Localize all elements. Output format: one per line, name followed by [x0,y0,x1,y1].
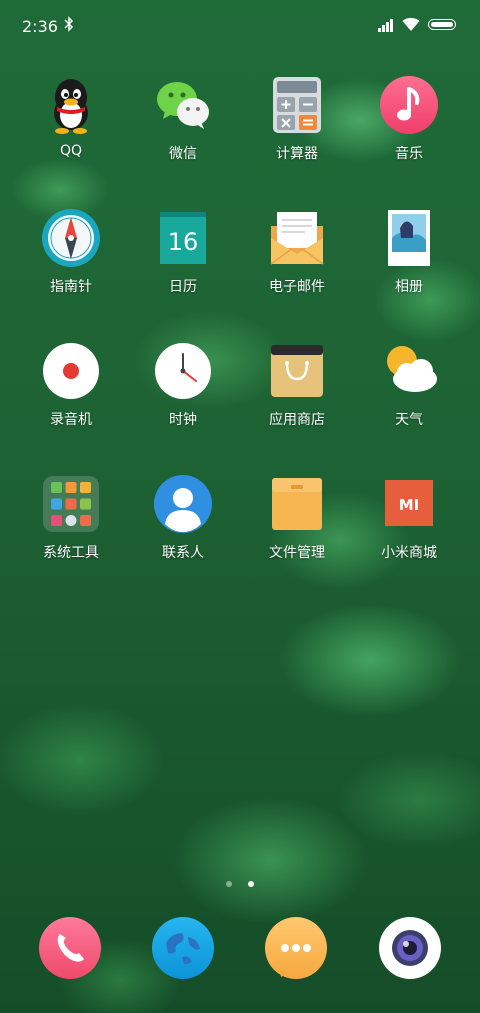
weather-icon [379,341,439,401]
app-gallery[interactable]: 相册 [354,208,464,296]
app-clock[interactable]: 时钟 [128,341,238,429]
app-mi-store[interactable]: MI 小米商城 [354,474,464,562]
app-label: 计算器 [276,146,318,162]
app-label: 录音机 [50,412,92,428]
page-indicator [0,872,480,891]
bluetooth-icon [64,16,74,36]
app-label: 小米商城 [381,545,437,561]
app-label: 相册 [395,279,423,295]
wifi-icon [402,16,420,32]
app-system-tools[interactable]: 系统工具 [16,474,126,562]
app-label: 日历 [169,279,197,295]
app-music[interactable]: 音乐 [354,75,464,163]
app-calendar[interactable]: 16 日历 [128,208,238,296]
messages-icon [279,944,311,977]
wechat-icon [153,75,213,135]
dock-phone-button[interactable] [39,917,101,979]
battery-icon [428,19,456,30]
dock-messages-button[interactable] [265,917,327,979]
qq-penguin-icon [41,75,101,135]
calendar-icon: 16 [153,208,213,268]
music-icon [379,75,439,135]
clock-icon [153,341,213,401]
app-label: 电子邮件 [269,279,325,295]
app-label: QQ [59,143,83,159]
mi-logo-text: MI [399,496,420,514]
app-calculator[interactable]: 计算器 [242,75,352,163]
app-compass[interactable]: 指南针 [16,208,126,296]
phone-icon [57,934,84,962]
calendar-date: 16 [168,228,199,256]
file-manager-icon [267,474,327,534]
app-weather[interactable]: 天气 [354,341,464,429]
app-store-icon [267,341,327,401]
mi-store-icon: MI [379,474,439,534]
app-store[interactable]: 应用商店 [242,341,352,429]
dock-browser-button[interactable] [152,917,214,979]
app-label: 文件管理 [269,545,325,561]
app-label: 音乐 [395,146,423,162]
app-qq[interactable]: QQ [16,75,126,159]
camera-icon [392,930,428,966]
app-recorder[interactable]: 录音机 [16,341,126,429]
app-label: 天气 [395,412,423,428]
gallery-icon [379,208,439,268]
page-dot [226,881,233,887]
app-contacts[interactable]: 联系人 [128,474,238,562]
app-label: 指南针 [50,279,92,295]
email-icon [267,208,327,268]
app-label: 时钟 [169,412,197,428]
status-time: 2:36 [22,17,58,36]
app-email[interactable]: 电子邮件 [242,208,352,296]
status-bar: 2:36 [0,0,480,50]
app-label: 联系人 [162,545,204,561]
recorder-icon [41,341,101,401]
contacts-icon [153,474,213,534]
browser-globe-icon [166,933,200,965]
calculator-icon [267,75,327,135]
app-label: 微信 [169,146,197,162]
dock-camera-button[interactable] [379,917,441,979]
app-wechat[interactable]: 微信 [128,75,238,163]
page-dot-active [247,881,254,887]
system-tools-folder-icon [41,474,101,534]
app-label: 系统工具 [43,545,99,561]
app-label: 应用商店 [269,412,325,428]
compass-icon [41,208,101,268]
signal-icon [378,18,396,32]
app-file-manager[interactable]: 文件管理 [242,474,352,562]
